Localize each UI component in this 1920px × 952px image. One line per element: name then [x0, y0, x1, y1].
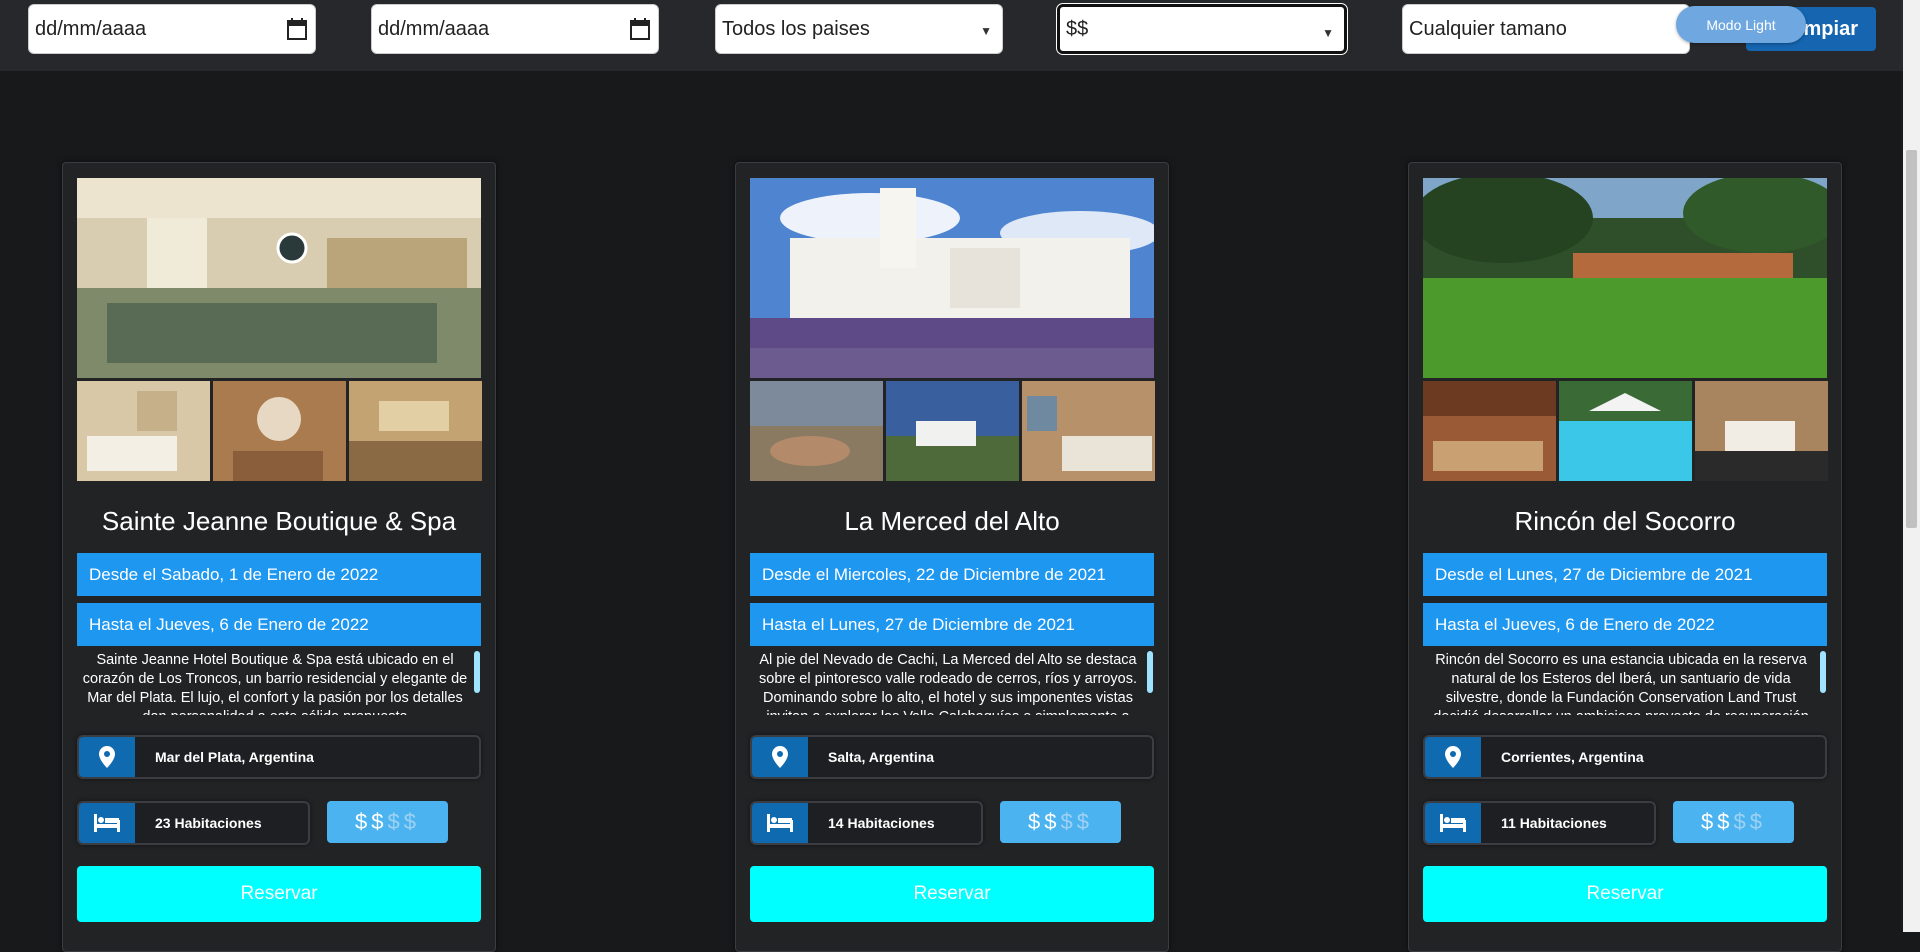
price-symbol-active: $ — [355, 809, 372, 834]
price-symbol-active: $ — [371, 809, 388, 834]
hotel-main-photo[interactable] — [750, 178, 1154, 378]
reserve-button[interactable]: Reservar — [1423, 866, 1827, 922]
theme-toggle-label: Modo Light — [1706, 16, 1776, 33]
page-scrollbar[interactable] — [1903, 0, 1920, 932]
rooms-text: 23 Habitaciones — [155, 815, 262, 831]
price-level-badge: $ $ $ $ — [1673, 801, 1794, 843]
hotel-photo-thumbnail[interactable] — [213, 381, 346, 481]
price-select[interactable]: $$ ▼ — [1057, 4, 1347, 54]
location-text: Corrientes, Argentina — [1501, 749, 1644, 765]
rooms-box: 11 Habitaciones — [1423, 801, 1656, 845]
hotel-main-photo[interactable] — [77, 178, 481, 378]
price-select-value: $$ — [1066, 17, 1089, 40]
price-level-badge: $ $ $ $ — [327, 801, 448, 843]
rooms-text: 11 Habitaciones — [1501, 815, 1607, 831]
date-from-bar: Desde el Miercoles, 22 de Diciembre de 2… — [750, 553, 1154, 596]
country-select-value: Todos los paises — [722, 17, 870, 40]
chevron-down-icon: ▼ — [1322, 26, 1334, 40]
location-box: Salta, Argentina — [750, 735, 1154, 779]
price-symbol-inactive: $ — [1060, 809, 1077, 834]
date-from-bar: Desde el Lunes, 27 de Diciembre de 2021 — [1423, 553, 1827, 596]
scrollbar-thumb[interactable] — [1906, 150, 1917, 528]
price-symbol-inactive: $ — [1749, 809, 1766, 834]
hotel-main-photo[interactable] — [1423, 178, 1827, 378]
hotel-photo-thumbnail[interactable] — [1423, 381, 1556, 481]
hotel-photo-thumbnail[interactable] — [750, 381, 883, 481]
photo-gallery — [1423, 178, 1828, 481]
clear-filters-label: impiar — [1797, 17, 1858, 40]
reserve-button[interactable]: Reservar — [750, 866, 1154, 922]
filter-bar: dd/mm/aaaa dd/mm/aaaa Todos los paises ▼… — [0, 0, 1903, 71]
photo-gallery — [77, 178, 482, 481]
hotel-photo-thumbnail[interactable] — [349, 381, 482, 481]
location-box: Corrientes, Argentina — [1423, 735, 1827, 779]
price-symbol-inactive: $ — [1733, 809, 1750, 834]
date-to-input[interactable]: dd/mm/aaaa — [371, 4, 659, 54]
hotel-photo-thumbnail[interactable] — [1695, 381, 1828, 481]
hotel-description[interactable]: Al pie del Nevado de Cachi, La Merced de… — [750, 651, 1146, 715]
hotel-card: La Merced del Alto Desde el Miercoles, 2… — [735, 162, 1169, 952]
size-select[interactable]: Cualquier tamano — [1402, 4, 1690, 54]
price-symbol-active: $ — [1044, 809, 1061, 834]
hotel-photo-thumbnail[interactable] — [77, 381, 210, 481]
hotel-description[interactable]: Sainte Jeanne Hotel Boutique & Spa está … — [77, 651, 473, 715]
price-symbol-active: $ — [1701, 809, 1718, 834]
theme-toggle-button[interactable]: Modo Light — [1676, 6, 1806, 43]
map-pin-icon — [1425, 737, 1481, 777]
rooms-text: 14 Habitaciones — [828, 815, 935, 831]
date-from-bar: Desde el Sabado, 1 de Enero de 2022 — [77, 553, 481, 596]
date-from-input[interactable]: dd/mm/aaaa — [28, 4, 316, 54]
bed-icon — [752, 803, 808, 843]
hotel-name: La Merced del Alto — [844, 506, 1060, 536]
reserve-button[interactable]: Reservar — [77, 866, 481, 922]
calendar-icon[interactable] — [287, 18, 307, 40]
price-symbol-inactive: $ — [387, 809, 404, 834]
country-select[interactable]: Todos los paises ▼ — [715, 4, 1003, 54]
bed-icon — [1425, 803, 1481, 843]
map-pin-icon — [752, 737, 808, 777]
location-text: Mar del Plata, Argentina — [155, 749, 314, 765]
rooms-box: 23 Habitaciones — [77, 801, 310, 845]
price-symbol-inactive: $ — [403, 809, 420, 834]
description-scrollbar[interactable] — [1820, 651, 1826, 693]
hotel-photo-thumbnail[interactable] — [1559, 381, 1692, 481]
hotel-name: Rincón del Socorro — [1514, 506, 1736, 536]
map-pin-icon — [79, 737, 135, 777]
hotel-card: Sainte Jeanne Boutique & Spa Desde el Sa… — [62, 162, 496, 952]
description-scrollbar[interactable] — [474, 651, 480, 693]
rooms-box: 14 Habitaciones — [750, 801, 983, 845]
bed-icon — [79, 803, 135, 843]
photo-gallery — [750, 178, 1155, 481]
price-level-badge: $ $ $ $ — [1000, 801, 1121, 843]
date-to-placeholder: dd/mm/aaaa — [378, 17, 490, 40]
price-symbol-active: $ — [1028, 809, 1045, 834]
chevron-down-icon: ▼ — [980, 24, 992, 38]
date-to-bar: Hasta el Jueves, 6 de Enero de 2022 — [1423, 603, 1827, 646]
description-scrollbar[interactable] — [1147, 651, 1153, 693]
size-select-value: Cualquier tamano — [1409, 17, 1567, 40]
price-symbol-inactive: $ — [1076, 809, 1093, 834]
date-to-bar: Hasta el Jueves, 6 de Enero de 2022 — [77, 603, 481, 646]
price-symbol-active: $ — [1717, 809, 1734, 834]
date-from-placeholder: dd/mm/aaaa — [35, 17, 147, 40]
location-text: Salta, Argentina — [828, 749, 935, 765]
hotel-photo-thumbnail[interactable] — [886, 381, 1019, 481]
hotel-card: Rincón del Socorro Desde el Lunes, 27 de… — [1408, 162, 1842, 952]
hotel-photo-thumbnail[interactable] — [1022, 381, 1155, 481]
hotel-description[interactable]: Rincón del Socorro es una estancia ubica… — [1423, 651, 1819, 715]
location-box: Mar del Plata, Argentina — [77, 735, 481, 779]
hotel-name: Sainte Jeanne Boutique & Spa — [101, 506, 457, 536]
calendar-icon[interactable] — [630, 18, 650, 40]
date-to-bar: Hasta el Lunes, 27 de Diciembre de 2021 — [750, 603, 1154, 646]
